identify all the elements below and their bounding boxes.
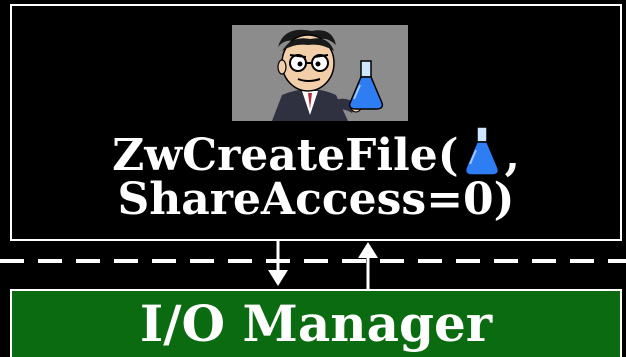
down-arrow-icon (268, 240, 288, 286)
flask-icon (464, 126, 499, 176)
up-arrow-icon (358, 242, 378, 289)
call-line-1: ZwCreateFile( , (10, 126, 622, 178)
call-line-2: ShareAccess=0) (117, 174, 515, 225)
io-manager-label: I/O Manager (139, 294, 493, 353)
scientist-holding-flask-icon (272, 29, 384, 121)
function-call-text: ZwCreateFile( , ShareAccess=0) (10, 126, 622, 222)
scientist-illustration (232, 25, 408, 121)
call-arrows (268, 240, 378, 289)
io-manager-box: I/O Manager (10, 289, 622, 357)
